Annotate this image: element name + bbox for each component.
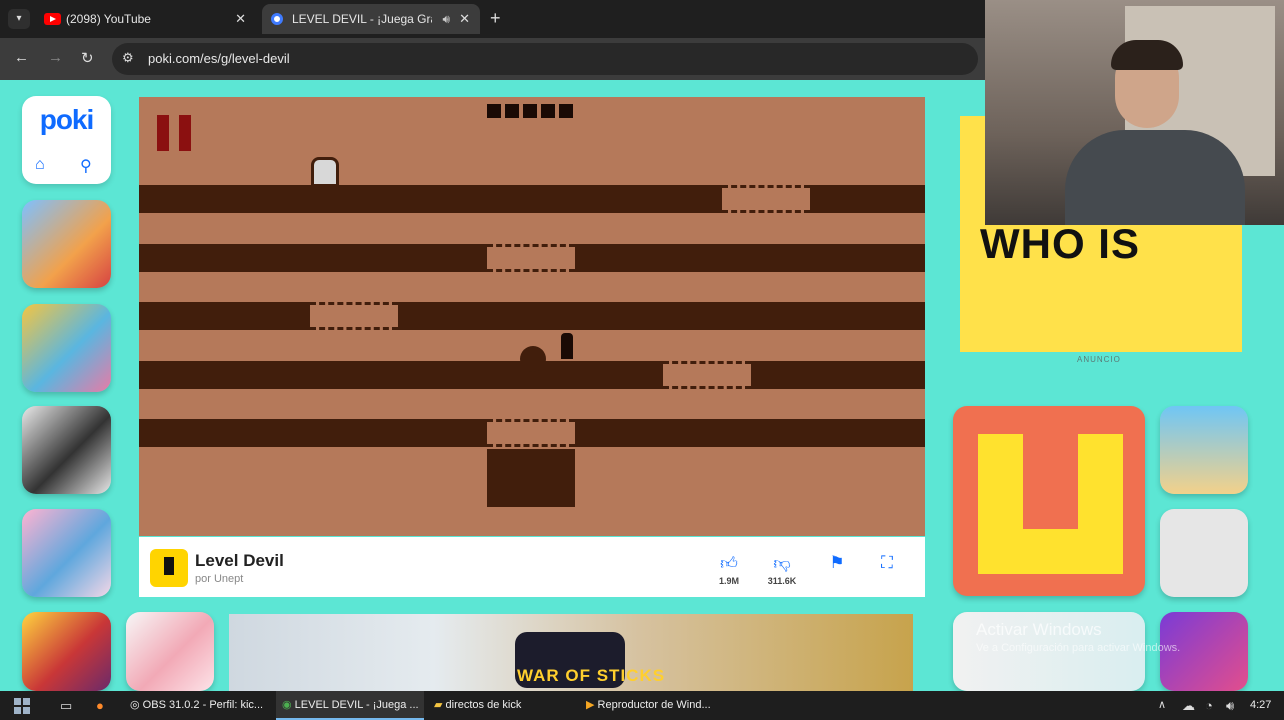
folder-icon: ▰ <box>434 699 443 711</box>
pit-block <box>487 449 575 507</box>
floor-band <box>810 185 925 213</box>
address-toolbar: ← → ↻ ⚙︎ poki.com/es/g/level-devil <box>0 38 985 80</box>
url-text: poki.com/es/g/level-devil <box>148 51 290 66</box>
tab-title: LEVEL DEVIL - ¡Juega Gratis <box>292 12 432 26</box>
game-thumbnail[interactable] <box>1160 406 1248 494</box>
media-player-icon: ▶ <box>586 699 595 711</box>
exit-door <box>311 157 339 187</box>
streamer <box>1055 40 1245 225</box>
game-title: Level Devil <box>195 551 284 570</box>
obs-icon: ◎ <box>130 699 140 711</box>
floor-band <box>575 419 925 447</box>
bottom-ad-banner[interactable]: WAR OF STICKS <box>229 614 913 691</box>
windows-activation-title: Activar Windows <box>976 620 1102 639</box>
thumbs-up-icon: 👍︎ <box>720 554 738 573</box>
game-author: por Unept <box>195 573 244 585</box>
game-icon <box>150 549 188 587</box>
floor-band <box>751 361 925 389</box>
reload-icon[interactable]: ↻ <box>81 49 94 67</box>
pause-button[interactable] <box>157 115 193 151</box>
floor-band <box>139 361 663 389</box>
taskbar-item-label: LEVEL DEVIL - ¡Juega ... <box>294 699 419 711</box>
game-thumbnail[interactable] <box>22 406 111 494</box>
like-count: 1.9M <box>719 576 740 586</box>
tab-youtube[interactable]: (2098) YouTube ✕ <box>36 4 256 34</box>
close-icon[interactable]: ✕ <box>235 4 246 34</box>
report-button[interactable]: ⚑ <box>827 553 847 573</box>
windows-activation-subtitle: Ve a Configuración para activar Windows. <box>976 642 1181 654</box>
trap-gap <box>487 419 575 447</box>
right-ad-text: WHO IS <box>980 220 1140 267</box>
trap-gap <box>310 302 398 330</box>
trap-gap <box>663 361 751 389</box>
taskbar-item-label: Reproductor de Wind... <box>597 699 711 711</box>
address-bar[interactable]: ⚙︎ poki.com/es/g/level-devil <box>112 43 978 75</box>
chevron-up-icon[interactable]: ∧ <box>1158 691 1166 720</box>
game-thumbnail[interactable] <box>22 612 111 691</box>
dislike-button[interactable]: 👎︎ 311.6K <box>767 553 797 586</box>
site-settings-icon[interactable]: ⚙︎ <box>122 50 134 66</box>
floor-band <box>575 244 925 272</box>
floor-band <box>398 302 925 330</box>
pause-bar <box>157 115 169 151</box>
browser-tab-bar: ▾ (2098) YouTube ✕ LEVEL DEVIL - ¡Juega … <box>0 0 985 38</box>
taskbar-item-label: OBS 31.0.2 - Perfil: kic... <box>142 699 264 711</box>
forward-arrow-icon[interactable]: → <box>48 49 63 66</box>
poki-logo-card[interactable]: poki ⌂ ⚲ <box>22 96 111 184</box>
taskbar-item-obs[interactable]: ◎ OBS 31.0.2 - Perfil: kic... <box>124 691 272 720</box>
clock[interactable]: 4:27 <box>1250 691 1271 720</box>
fullscreen-button[interactable]: ⛶ <box>877 553 897 573</box>
dislike-count: 311.6K <box>767 576 797 586</box>
chrome-icon: ◉ <box>282 699 292 711</box>
saw-blade <box>520 346 546 372</box>
windows-taskbar: ▭ ● ◎ OBS 31.0.2 - Perfil: kic... ◉ LEVE… <box>0 691 1284 720</box>
taskbar-item-media-player[interactable]: ▶ Reproductor de Wind... <box>580 691 728 720</box>
close-icon[interactable]: ✕ <box>459 4 470 34</box>
tab-level-devil[interactable]: LEVEL DEVIL - ¡Juega Gratis 🔊︎ ✕ <box>262 4 480 34</box>
game-thumbnail[interactable] <box>22 304 111 392</box>
player-character <box>561 333 573 359</box>
fullscreen-icon: ⛶ <box>881 553 893 572</box>
game-thumbnail-featured[interactable] <box>953 406 1145 596</box>
floor-band <box>139 244 487 272</box>
volume-icon[interactable]: 🔊︎ <box>1226 691 1234 720</box>
speaker-icon[interactable]: 🔊︎ <box>442 4 450 34</box>
taskbar-item-label: directos de kick <box>445 699 522 711</box>
youtube-icon <box>44 13 61 25</box>
new-tab-button[interactable]: + <box>490 8 501 29</box>
flag-icon: ⚑ <box>829 553 845 572</box>
pause-bar <box>179 115 191 151</box>
game-thumbnail[interactable] <box>126 612 214 691</box>
floor-band <box>139 302 310 330</box>
bottom-ad-text: WAR OF STICKS <box>517 666 666 685</box>
floor-band <box>139 419 487 447</box>
game-info-bar: Level Devil por Unept 👍︎ 1.9M 👎︎ 311.6K … <box>139 537 925 597</box>
tab-title: (2098) YouTube <box>66 12 151 26</box>
game-thumbnail[interactable] <box>22 509 111 597</box>
poki-logo: poki <box>39 104 95 135</box>
home-icon[interactable]: ⌂ <box>35 156 45 174</box>
ad-label: ANUNCIO <box>1077 355 1121 364</box>
trap-gap <box>487 244 575 272</box>
windows-start-icon[interactable] <box>14 698 30 714</box>
task-view-icon[interactable]: ▭ <box>60 691 72 720</box>
webcam-overlay <box>985 0 1284 225</box>
thumbs-down-icon: 👎︎ <box>773 554 791 573</box>
firefox-icon[interactable]: ● <box>96 691 104 720</box>
game-canvas[interactable] <box>139 97 925 536</box>
tab-search-dropdown[interactable]: ▾ <box>8 9 30 29</box>
floor-band <box>139 185 722 213</box>
game-thumbnail[interactable] <box>1160 509 1248 597</box>
taskbar-item-chrome[interactable]: ◉ LEVEL DEVIL - ¡Juega ... <box>276 691 424 720</box>
game-thumbnail[interactable] <box>22 200 111 288</box>
back-arrow-icon[interactable]: ← <box>14 49 29 66</box>
cloud-icon[interactable]: ☁︎ <box>1182 691 1195 720</box>
wifi-icon[interactable]: ◔ <box>1205 691 1213 720</box>
search-icon[interactable]: ⚲ <box>80 156 92 176</box>
like-button[interactable]: 👍︎ 1.9M <box>719 553 739 586</box>
trap-gap <box>722 185 810 213</box>
taskbar-item-folder[interactable]: ▰ directos de kick <box>428 691 576 720</box>
poki-favicon-icon <box>271 13 283 25</box>
